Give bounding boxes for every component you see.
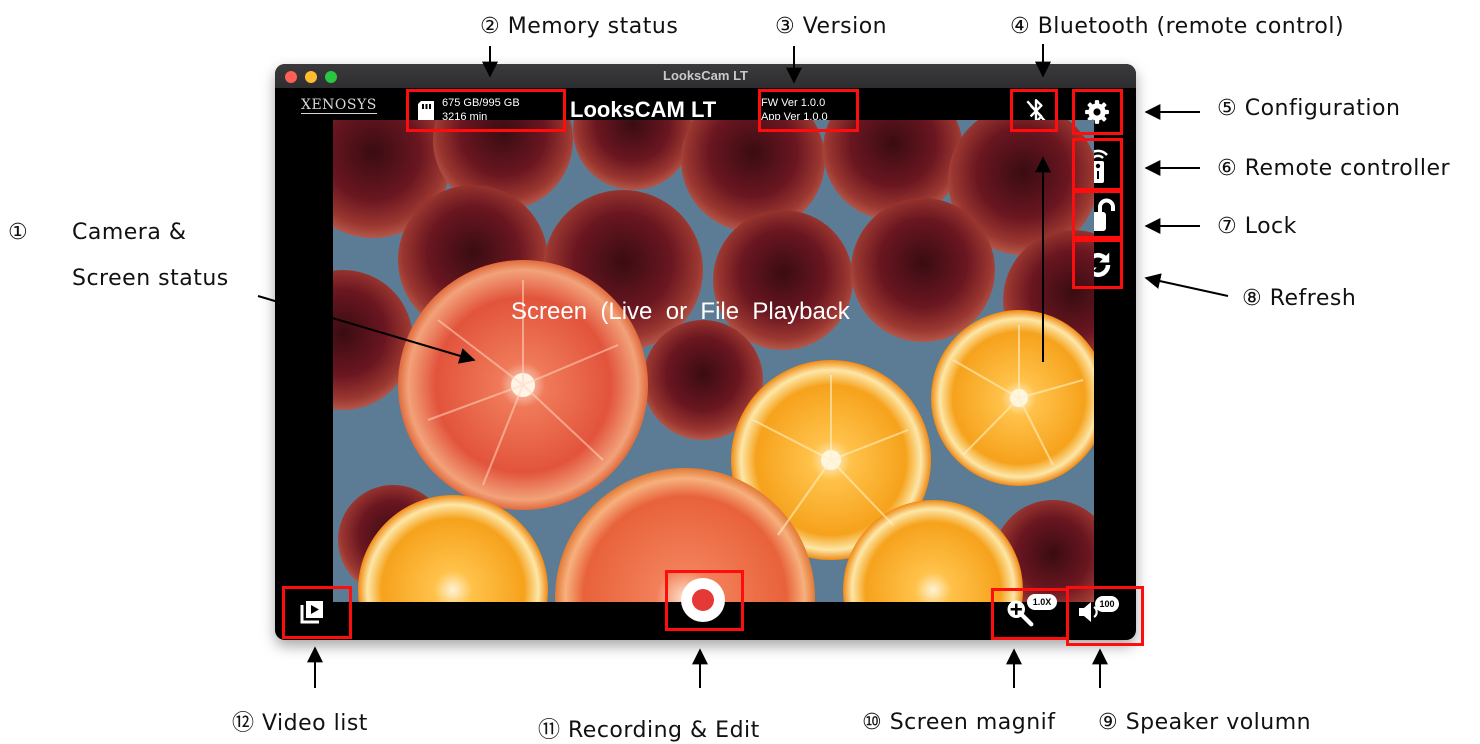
callout-speaker-volume: ⑨ Speaker volumn	[1098, 710, 1312, 735]
arrow-refresh	[1144, 273, 1229, 297]
callout-remote-controller: ⑥ Remote controller	[1217, 156, 1451, 181]
callout-screen-magnify: ⑩ Screen magnif	[862, 710, 1056, 735]
callout-camera-status: Camera &	[72, 220, 187, 245]
highlight-version	[758, 89, 859, 132]
highlight-refresh	[1072, 239, 1123, 289]
brand-logo: XENOSYS	[301, 97, 377, 114]
highlight-remote	[1072, 138, 1123, 191]
callout-camera-number: ①	[8, 220, 29, 245]
highlight-memory-status	[406, 89, 566, 132]
app-window: LooksCam LT XENOSYS 675 GB/995 GB 3216 m…	[275, 64, 1136, 640]
title-bar: LooksCam LT	[275, 64, 1136, 88]
callout-memory-status: ② Memory status	[480, 14, 679, 39]
callout-version: ③ Version	[775, 14, 888, 39]
highlight-record	[665, 570, 744, 631]
camera-preview-image	[333, 120, 1094, 602]
highlight-volume	[1066, 586, 1144, 646]
callout-configuration: ⑤ Configuration	[1217, 96, 1401, 121]
callout-recording-edit: ⑪ Recording & Edit	[538, 718, 760, 743]
callout-bluetooth: ④ Bluetooth (remote control)	[1010, 14, 1345, 39]
video-screen[interactable]: Screen (Live or File Playback	[333, 120, 1094, 602]
highlight-zoom	[991, 588, 1069, 640]
highlight-settings	[1072, 89, 1123, 135]
callout-refresh: ⑧ Refresh	[1242, 286, 1357, 311]
highlight-lock	[1072, 190, 1123, 239]
callout-screen-status: Screen status	[72, 266, 229, 291]
screen-overlay-text: Screen (Live or File Playback	[511, 298, 850, 325]
highlight-video-list	[282, 586, 352, 639]
callout-lock: ⑦ Lock	[1217, 214, 1297, 239]
callout-video-list: ⑫ Video list	[232, 711, 368, 736]
highlight-bluetooth	[1010, 89, 1058, 132]
window-title: LooksCam LT	[663, 68, 748, 83]
